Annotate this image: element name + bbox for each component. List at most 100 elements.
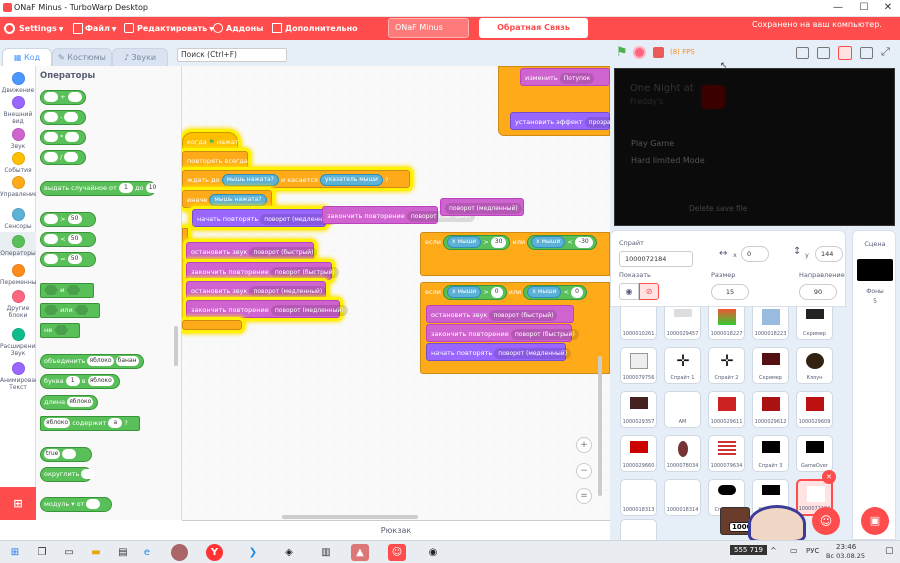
category-myblocks[interactable]: Другие блоки	[0, 290, 36, 319]
yandex-browser-icon[interactable]: Y	[206, 544, 223, 561]
stop-sound-dd-2[interactable]: поворот (медленный)	[249, 285, 327, 297]
workspace-hscrollbar[interactable]	[282, 515, 418, 519]
stop-loop-block-3[interactable]: закончить повторение поворот (медленный)	[186, 300, 348, 318]
sprite-tile[interactable]: 1000029612	[752, 391, 789, 428]
category-sensing[interactable]: Сенсоры	[0, 208, 36, 230]
delete-save-button[interactable]: Delete save file	[689, 204, 747, 213]
size-input[interactable]: 15	[711, 284, 749, 300]
forever-block[interactable]: повторять всегда	[182, 151, 248, 169]
sprite-tile[interactable]: 1000018223	[752, 307, 789, 340]
lt-value[interactable]: 50	[67, 234, 82, 244]
obs-icon[interactable]: ◉	[424, 544, 442, 561]
sprite-tile[interactable]: 1000029457	[664, 307, 701, 340]
gt-value[interactable]: 50	[67, 214, 82, 224]
stop-sound-dd[interactable]: поворот (быстрый)	[249, 246, 318, 258]
equals-block[interactable]: = 50	[40, 252, 96, 267]
sprite-tile[interactable]: 1000018313	[620, 479, 657, 516]
sprite-tile[interactable]: 1000029611	[708, 391, 745, 428]
or-block[interactable]: или	[40, 303, 100, 318]
y-input[interactable]: 144	[815, 246, 843, 262]
close-button[interactable]: ✕	[876, 1, 900, 15]
not-block[interactable]: не	[40, 323, 80, 338]
letter-n[interactable]: 1	[65, 376, 80, 386]
random-from[interactable]: 1	[118, 183, 133, 193]
task-view-icon[interactable]: ❐	[33, 544, 51, 561]
sprite-tile[interactable]: GameOver	[796, 435, 833, 472]
stage-panel[interactable]: Сцена Фоны 5 ▣	[852, 230, 896, 540]
true-block[interactable]: true	[40, 447, 92, 462]
length-block[interactable]: длина яблоко	[40, 395, 98, 410]
sprite-tile[interactable]: 1000029660	[620, 435, 657, 472]
direction-input[interactable]: 90	[799, 284, 837, 300]
category-animated-text[interactable]: Анимирован Текст	[0, 362, 39, 391]
join-b[interactable]: банан	[115, 356, 139, 366]
val-neg30[interactable]: -30	[574, 236, 593, 248]
green-flag-button[interactable]: ⚑	[616, 46, 628, 60]
and-block[interactable]: и	[40, 283, 94, 298]
search-input[interactable]: Поиск (Ctrl+F)	[177, 48, 287, 62]
when-flag-clicked-hat[interactable]: когда ⚑ нажат	[182, 132, 239, 150]
stop-sound-dd-3[interactable]: поворот (быстрый)	[489, 309, 558, 321]
letter-s[interactable]: яблоко	[87, 376, 114, 386]
stop-loop-dd-2[interactable]: поворот (быстрый)	[270, 266, 339, 278]
tray-up-icon[interactable]: ^	[770, 546, 777, 555]
x-input[interactable]: 0	[741, 246, 769, 262]
category-variables[interactable]: Переменные	[0, 264, 40, 286]
random-to[interactable]: 10	[145, 183, 160, 193]
mod-block[interactable]: модуль ▾ от	[40, 497, 112, 512]
tab-code[interactable]: ▦ Код	[2, 48, 52, 67]
eq-value[interactable]: 50	[67, 254, 82, 264]
unity-icon[interactable]: ◈	[280, 544, 298, 561]
menu-file[interactable]: Файл ▼	[85, 17, 116, 40]
notification-icon[interactable]: ▢	[885, 546, 894, 556]
fullscreen-icon[interactable]: ⤢	[881, 45, 890, 59]
sprite-tile[interactable]: 1000079634	[708, 435, 745, 472]
mouse-pointer-pill[interactable]: указатель мыши	[320, 174, 383, 186]
greater-than-block[interactable]: > 50	[40, 212, 96, 227]
feedback-button[interactable]: Обратная Связь TurboWarp	[479, 18, 588, 52]
val-0-2[interactable]: 0	[571, 286, 583, 298]
menu-play-game[interactable]: Play Game	[631, 139, 674, 148]
add-extension-button[interactable]: ⊞	[0, 487, 36, 520]
start-loop-dd-2[interactable]: поворот (медленный)	[494, 347, 572, 359]
normal-stage-icon[interactable]	[817, 47, 830, 59]
if-block[interactable]: иначе мышь нажата?	[182, 190, 272, 208]
subtract-block[interactable]: -	[40, 110, 86, 125]
project-title-input[interactable]: ONaF Minus	[388, 18, 469, 38]
start-loop-block-2[interactable]: начать повторять поворот (медленный)	[426, 343, 572, 361]
add-backdrop-button[interactable]: ▣	[861, 507, 889, 535]
wait-until-block[interactable]: ждать до мышь нажата? и касается указате…	[182, 170, 410, 188]
mouse-x-pill-2[interactable]: x мыши	[531, 236, 566, 248]
less-than-block[interactable]: < 50	[40, 232, 96, 247]
sprite-tile[interactable]: 1000018227	[708, 307, 745, 340]
length-s[interactable]: яблоко	[67, 397, 94, 407]
if-mouse-x-block[interactable]: если x мыши > 30 или x мыши < -30	[420, 232, 610, 276]
sprite-tile[interactable]: 1000078034	[664, 435, 701, 472]
sprite-name-input[interactable]: 1000072184	[619, 251, 693, 267]
small-stage-icon[interactable]	[796, 47, 809, 59]
set-effect-block[interactable]: установить эффект прозрачн	[510, 112, 610, 130]
show-eye-button[interactable]: ◉	[619, 283, 639, 300]
tab-sounds[interactable]: ♪ Звуки	[112, 48, 168, 66]
mouse-x-pill-3[interactable]: x мыши	[447, 286, 482, 298]
change-effect-block[interactable]: изменить Потупок	[520, 68, 610, 86]
category-sound[interactable]: Звук	[0, 128, 36, 150]
start-windows-icon[interactable]: ⊞	[6, 544, 24, 561]
letter-of-block[interactable]: буква 1 в яблоко	[40, 374, 120, 389]
avatar-app-icon[interactable]	[171, 544, 188, 561]
sprite-tile[interactable]: Скример	[796, 307, 833, 340]
stop-sound-block-2[interactable]: остановить звук поворот (медленный)	[186, 281, 327, 299]
taskbar-app-icon[interactable]: ▤	[114, 544, 132, 561]
code-workspace[interactable]: изменить Потупок установить эффект прозр…	[182, 66, 610, 520]
delete-sprite-icon[interactable]: ✕	[822, 470, 836, 484]
sprite-tile[interactable]: 1000018314	[664, 479, 701, 516]
mouse-x-pill[interactable]: x мыши	[447, 236, 482, 248]
category-motion[interactable]: Движение	[0, 72, 36, 94]
mouse-down-pill[interactable]: мышь нажата?	[221, 174, 279, 186]
category-operators[interactable]: Операторы	[0, 232, 36, 257]
add-block[interactable]: +	[40, 90, 86, 105]
tab-costumes[interactable]: ✎ Костюмы	[52, 48, 112, 66]
stop-sound-block-3[interactable]: остановить звук поворот (быстрый)	[426, 305, 574, 323]
stop-loop-dd-3[interactable]: поворот (медленный)	[270, 304, 348, 316]
contains-block[interactable]: яблоко содержит а ?	[40, 416, 140, 431]
